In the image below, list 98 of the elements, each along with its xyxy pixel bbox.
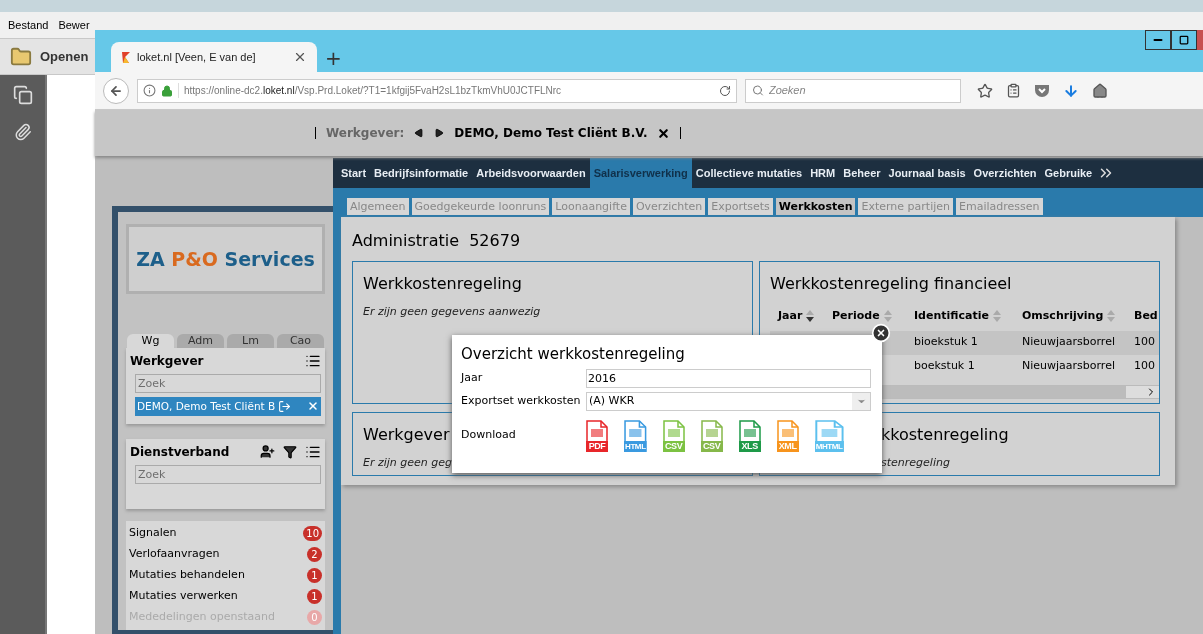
- info-icon[interactable]: [143, 84, 156, 97]
- reading-list-icon[interactable]: [1006, 83, 1021, 98]
- section-title: Dienstverband: [130, 443, 231, 461]
- count-badge: 10: [303, 526, 322, 541]
- home-icon[interactable]: [1092, 82, 1108, 99]
- search-field[interactable]: Zoeken: [745, 78, 961, 103]
- empty-message: Er zijn geen gegevens aanwezig: [363, 304, 542, 320]
- column-header[interactable]: Bed: [1134, 308, 1159, 325]
- signal-item[interactable]: Mutaties behandelen 1: [129, 565, 322, 586]
- empty-message: stenregeling: [881, 455, 951, 471]
- nav-tab[interactable]: Journaal basis: [884, 158, 970, 188]
- maximize-button[interactable]: [1171, 30, 1197, 50]
- search-field[interactable]: Zoek: [135, 373, 321, 393]
- open-icon[interactable]: [278, 399, 292, 413]
- tab-title: loket.nl [Veen, E van de]: [137, 49, 257, 65]
- maximize-icon: [1179, 35, 1189, 45]
- close-icon[interactable]: [871, 323, 891, 343]
- nav-tab[interactable]: Collectieve mutaties: [691, 158, 807, 188]
- url-text: https://online-dc2.loket.nl/Vsp.Prd.Loket/?T1=1kfgij5FvaH2sL1bzTkmVhU0JCTFLNrc: [178, 83, 714, 98]
- menu-item[interactable]: Bewer: [58, 16, 90, 34]
- nav-tab[interactable]: HRM: [806, 158, 840, 188]
- employer-label: Werkgever:: [326, 125, 405, 142]
- pages-icon[interactable]: [12, 85, 33, 105]
- count-badge: 0: [307, 610, 322, 625]
- card-title: Werkgever: [363, 424, 450, 446]
- sub-tab[interactable]: Werkkosten: [775, 198, 856, 215]
- employer-name: DEMO, Demo Test Cliënt B.V.: [454, 125, 648, 142]
- column-header[interactable]: Omschrijving: [1022, 308, 1134, 325]
- table-cell-text: Nieuwjaarsborrel: [1022, 334, 1116, 351]
- card-title: Werkkostenregeling: [363, 273, 522, 295]
- search-icon: [752, 84, 764, 97]
- pocket-icon[interactable]: [1034, 83, 1050, 98]
- modal-title: Overzicht werkkostenregeling: [461, 344, 686, 365]
- nav-tab[interactable]: Overzichten: [969, 158, 1041, 188]
- close-icon[interactable]: [657, 126, 671, 140]
- count-badge: 1: [307, 589, 322, 604]
- download-icon[interactable]: [1063, 82, 1079, 99]
- toolbar-button[interactable]: Openen: [40, 46, 89, 67]
- filter-icon[interactable]: [283, 444, 297, 459]
- employer-name: DEMO, Demo Test Cliënt B: [137, 398, 276, 414]
- next-icon[interactable]: [434, 128, 445, 138]
- previous-icon[interactable]: [414, 128, 425, 138]
- back-button[interactable]: [103, 77, 129, 104]
- table-cell-text: Nieuwjaarsborrel: [1022, 358, 1116, 375]
- sidebar-tab[interactable]: Cao: [277, 333, 324, 348]
- empty-message: Er zijn geen geg: [363, 455, 454, 471]
- signal-item[interactable]: Signalen 10: [129, 523, 322, 544]
- reload-icon[interactable]: [719, 84, 731, 97]
- table-cell-text: boekstuk 1: [914, 358, 976, 375]
- divider-bar: [680, 127, 682, 139]
- sidebar-tab[interactable]: Wg: [127, 333, 174, 348]
- card-title: kkostenregeling: [881, 424, 1009, 446]
- paperclip-icon[interactable]: [13, 123, 32, 141]
- add-person-icon[interactable]: [260, 444, 275, 460]
- administration-heading: Administratie 52679: [352, 230, 522, 252]
- logo-box: ZA P&O Services: [126, 224, 325, 294]
- section-title: Werkgever: [130, 352, 204, 370]
- back-icon: [109, 83, 123, 98]
- nav-tab[interactable]: Beheer: [839, 158, 885, 188]
- sort-icon[interactable]: [806, 310, 815, 323]
- sidebar-tab[interactable]: Adm: [177, 333, 224, 348]
- star-icon[interactable]: [977, 82, 993, 99]
- card-title: Werkkostenregeling financieel: [770, 273, 1012, 295]
- signal-item[interactable]: Verlofaanvragen 2: [129, 544, 322, 565]
- sidebar-tab[interactable]: Lm: [227, 333, 274, 348]
- nav-tab[interactable]: Start: [337, 158, 371, 188]
- field-label: Download: [461, 427, 517, 444]
- close-icon[interactable]: [293, 50, 307, 64]
- lock-icon: [161, 84, 173, 97]
- browser-tab[interactable]: loket.nl [Veen, E van de]: [111, 42, 317, 72]
- exportset-dropdown[interactable]: (A) WKR: [586, 391, 871, 411]
- new-tab-button[interactable]: +: [325, 48, 342, 68]
- minimize-button[interactable]: [1145, 30, 1171, 50]
- year-field[interactable]: 2016: [586, 368, 871, 388]
- table-cell-text: 100: [1134, 334, 1156, 351]
- column-header[interactable]: Identificatie: [914, 308, 1022, 325]
- menu-item[interactable]: Bestand: [8, 16, 49, 34]
- nav-tab[interactable]: Bedrijfsinformatie: [370, 158, 473, 188]
- nav-tab[interactable]: Arbeidsvoorwaarden: [472, 158, 590, 188]
- field-label: Exportset werkkosten: [461, 392, 582, 409]
- search-input[interactable]: Zoeken: [768, 82, 954, 99]
- nav-tab[interactable]: Gebruike: [1040, 158, 1097, 188]
- folder-icon: [10, 45, 32, 68]
- site-icon: [121, 50, 131, 64]
- count-badge: 1: [307, 568, 322, 583]
- download-button[interactable]: PDF: [586, 419, 608, 452]
- table-cell-text: bioekstuk 1: [914, 334, 979, 351]
- count-badge: 2: [307, 547, 322, 562]
- selected-employer[interactable]: DEMO, Demo Test Cliënt B: [135, 396, 321, 416]
- download-button[interactable]: XLS: [738, 419, 761, 452]
- table-cell-text: 100: [1134, 358, 1156, 375]
- column-header[interactable]: Periode: [832, 308, 914, 325]
- signal-item[interactable]: Mutaties verwerken 1: [129, 586, 322, 607]
- field-label: Jaar: [461, 369, 484, 386]
- address-bar[interactable]: https://online-dc2.loket.nl/Vsp.Prd.Loket/?T1=1kfgij5FvaH2sL1bzTkmVhU0JCTFLNrc: [137, 78, 737, 103]
- column-header[interactable]: Jaar: [770, 308, 832, 325]
- search-field[interactable]: Zoek: [135, 464, 321, 484]
- divider-bar: [315, 127, 316, 139]
